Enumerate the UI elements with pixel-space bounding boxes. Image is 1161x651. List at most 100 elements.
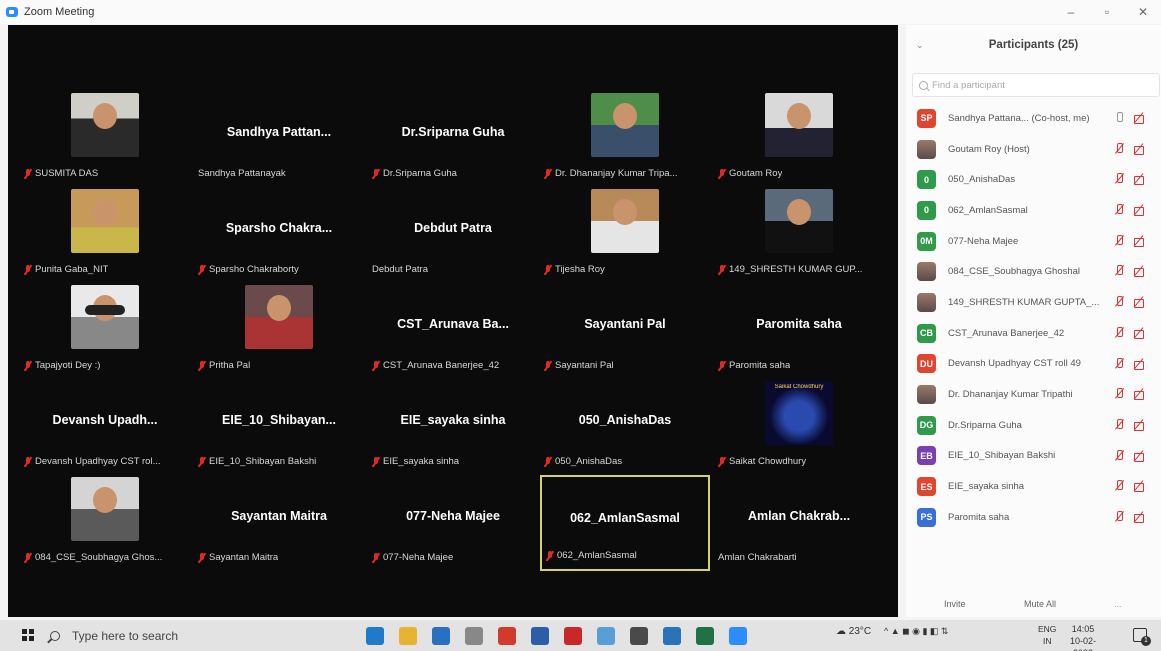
video-tile[interactable]: CST_Arunava Ba... CST_Arunava Banerjee_42 — [368, 283, 538, 379]
participant-row[interactable]: DG Dr.Sriparna Guha — [906, 410, 1161, 441]
chrome-icon[interactable] — [498, 627, 516, 645]
video-tile[interactable]: SUSMITA DAS — [20, 91, 190, 187]
video-tile[interactable]: Sparsho Chakra... Sparsho Chakraborty — [194, 187, 364, 283]
video-off-icon[interactable] — [1134, 388, 1145, 401]
mic-muted-icon[interactable] — [1114, 204, 1125, 216]
video-tile[interactable]: Sayantani Pal Sayantani Pal — [540, 283, 710, 379]
video-tile[interactable]: 084_CSE_Soubhagya Ghos... — [20, 475, 190, 571]
mic-muted-icon[interactable] — [1114, 418, 1125, 431]
participant-row[interactable]: DU Devansh Upadhyay CST roll 49 — [906, 349, 1161, 380]
mic-muted-icon — [198, 360, 206, 371]
file-explorer-icon[interactable] — [399, 627, 417, 645]
video-tile[interactable]: Debdut Patra Debdut Patra — [368, 187, 538, 283]
video-tile[interactable]: Tijesha Roy — [540, 187, 710, 283]
photos-icon[interactable] — [663, 627, 681, 645]
video-off-icon[interactable] — [1134, 112, 1145, 124]
mail-icon[interactable] — [432, 627, 450, 645]
video-tile[interactable]: EIE_sayaka sinha EIE_sayaka sinha — [368, 379, 538, 475]
participant-name: Pritha Pal — [209, 360, 251, 371]
edge-icon[interactable] — [366, 627, 384, 645]
video-tile[interactable]: 077-Neha Majee 077-Neha Majee — [368, 475, 538, 571]
participant-row[interactable]: 0 062_AmlanSasmal — [906, 195, 1161, 226]
participant-name: 084_CSE_Soubhagya Ghos... — [35, 552, 163, 563]
word-icon[interactable] — [531, 627, 549, 645]
video-off-icon[interactable] — [1134, 173, 1145, 186]
participant-row[interactable]: 084_CSE_Soubhagya Ghoshal — [906, 256, 1161, 287]
mic-muted-icon[interactable] — [1114, 510, 1125, 523]
video-tile[interactable]: 050_AnishaDas 050_AnishaDas — [540, 379, 710, 475]
video-off-icon[interactable] — [1134, 143, 1145, 155]
mic-muted-icon — [24, 360, 32, 371]
minimize-icon[interactable]: – — [1053, 0, 1089, 24]
mic-muted-icon[interactable] — [1114, 265, 1125, 277]
zoom-icon[interactable] — [729, 627, 747, 645]
mic-muted-icon[interactable] — [1114, 449, 1125, 462]
participant-row[interactable]: 149_SHRESTH KUMAR GUPTA_... — [906, 287, 1161, 318]
video-tile[interactable]: Saikat Chowdhury Saikat Chowdhury — [714, 379, 884, 475]
mic-muted-icon[interactable] — [1114, 480, 1125, 492]
notes-icon[interactable] — [465, 627, 483, 645]
mic-muted-icon[interactable] — [1114, 326, 1125, 339]
video-tile[interactable]: Tapajyoti Dey :) — [20, 283, 190, 379]
excel-icon[interactable] — [696, 627, 714, 645]
video-tile[interactable]: Goutam Roy — [714, 91, 884, 187]
participant-row[interactable]: EB EIE_10_Shibayan Bakshi — [906, 441, 1161, 472]
video-off-icon[interactable] — [1134, 358, 1145, 370]
tray-icons[interactable]: ^ ▲ ◼ ◉ ▮ ◧ ⇅ — [884, 626, 948, 637]
participant-row[interactable]: SP Sandhya Pattana... (Co-host, me) — [906, 103, 1161, 134]
mic-muted-icon[interactable] — [1114, 142, 1125, 155]
participant-name: Paromita saha — [729, 360, 791, 371]
mute-all-button[interactable]: Mute All — [1024, 599, 1056, 609]
paint-icon[interactable] — [597, 627, 615, 645]
video-tile[interactable]: Dr. Dhananjay Kumar Tripa... — [540, 91, 710, 187]
video-off-icon[interactable] — [1134, 235, 1145, 247]
video-off-icon[interactable] — [1134, 204, 1145, 217]
video-tile[interactable]: Pritha Pal — [194, 283, 364, 379]
video-off-icon[interactable] — [1134, 450, 1145, 462]
mic-muted-icon[interactable] — [1114, 357, 1125, 370]
video-off-icon[interactable] — [1134, 296, 1145, 309]
notification-icon[interactable] — [1133, 628, 1151, 646]
invite-button[interactable]: Invite — [944, 599, 966, 609]
video-tile[interactable]: 149_SHRESTH KUMAR GUP... — [714, 187, 884, 283]
maximize-icon[interactable]: ▫ — [1089, 0, 1125, 24]
close-icon[interactable]: ✕ — [1125, 0, 1161, 24]
video-off-icon[interactable] — [1134, 511, 1145, 523]
video-off-icon[interactable] — [1134, 327, 1145, 339]
avatar — [917, 139, 936, 159]
video-tile[interactable]: Paromita saha Paromita saha — [714, 283, 884, 379]
video-tile[interactable]: 062_AmlanSasmal 062_AmlanSasmal — [540, 475, 710, 571]
taskbar-search[interactable]: Type here to search — [50, 628, 310, 644]
participant-row[interactable]: ES EIE_sayaka sinha — [906, 471, 1161, 502]
language-indicator[interactable]: ENG IN — [1038, 623, 1056, 647]
mic-muted-icon[interactable] — [1114, 234, 1125, 247]
more-button[interactable]: ... — [1114, 599, 1122, 609]
mic-muted-icon[interactable] — [1114, 173, 1125, 185]
participant-row[interactable]: 0 050_AnishaDas — [906, 164, 1161, 195]
participant-row[interactable]: CB CST_Arunava Banerjee_42 — [906, 318, 1161, 349]
participant-row[interactable]: Goutam Roy (Host) — [906, 134, 1161, 165]
video-off-icon[interactable] — [1134, 419, 1145, 431]
video-tile[interactable]: Punita Gaba_NIT — [20, 187, 190, 283]
tile-display-name: Debdut Patra — [414, 221, 492, 235]
mic-muted-icon[interactable] — [1114, 388, 1125, 400]
video-tile[interactable]: Devansh Upadh... Devansh Upadhyay CST rol… — [20, 379, 190, 475]
video-tile[interactable]: EIE_10_Shibayan... EIE_10_Shibayan Bakshi — [194, 379, 364, 475]
video-tile[interactable]: Sayantan Maitra Sayantan Maitra — [194, 475, 364, 571]
clock[interactable]: 14:05 10-02-2022 — [1062, 623, 1104, 651]
participant-row[interactable]: PS Paromita saha — [906, 502, 1161, 533]
microphone-icon[interactable] — [1114, 112, 1125, 124]
video-tile[interactable]: Dr.Sriparna Guha Dr.Sriparna Guha — [368, 91, 538, 187]
wps-icon[interactable] — [564, 627, 582, 645]
participant-row[interactable]: 0M 077-Neha Majee — [906, 226, 1161, 257]
mic-muted-icon[interactable] — [1114, 296, 1125, 308]
search-input[interactable] — [932, 79, 1132, 91]
video-off-icon[interactable] — [1134, 480, 1145, 493]
participant-row[interactable]: Dr. Dhananjay Kumar Tripathi — [906, 379, 1161, 410]
participant-search[interactable] — [912, 73, 1160, 97]
windows-start-icon[interactable] — [22, 629, 34, 641]
video-tile[interactable]: Amlan Chakrab... Amlan Chakrabarti — [714, 475, 884, 571]
video-tile[interactable]: Sandhya Pattan... Sandhya Pattanayak — [194, 91, 364, 187]
calculator-icon[interactable] — [630, 627, 648, 645]
video-off-icon[interactable] — [1134, 265, 1145, 278]
